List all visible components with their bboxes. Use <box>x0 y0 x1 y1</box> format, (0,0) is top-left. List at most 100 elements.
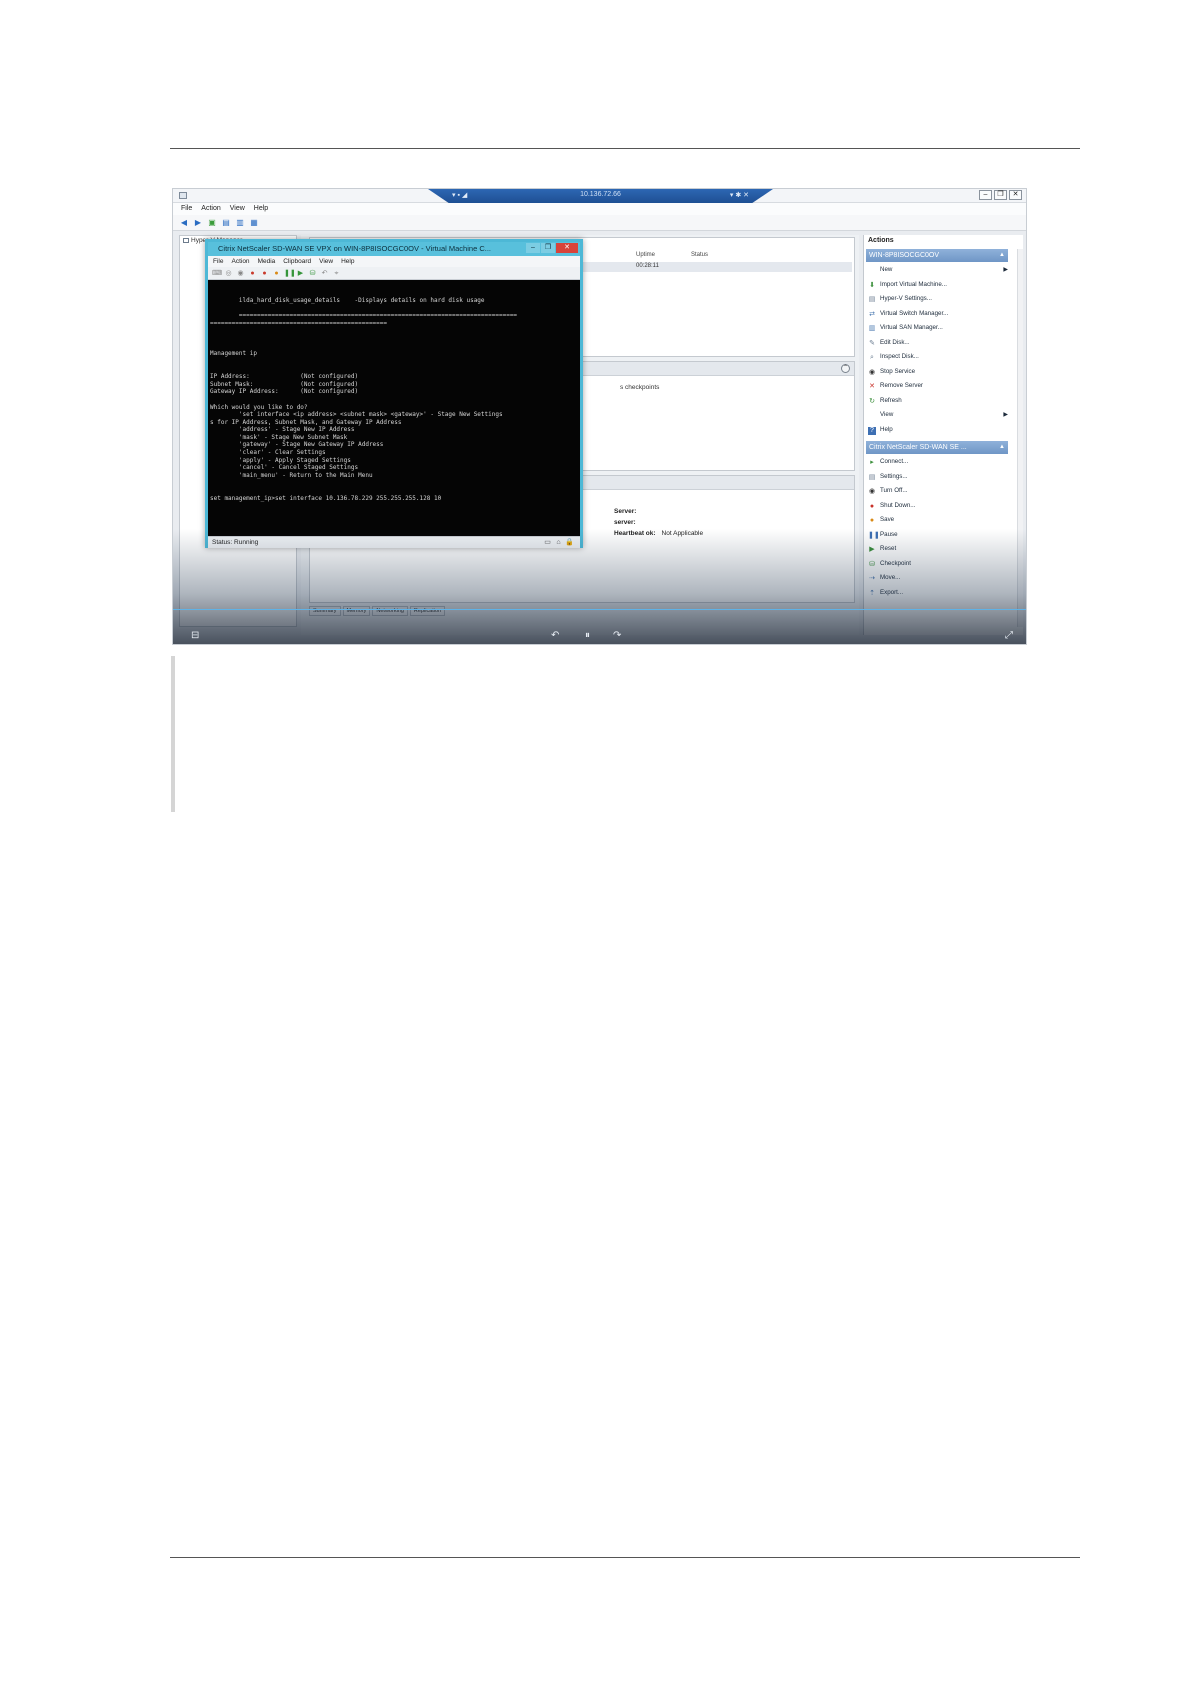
action-pane-icon[interactable]: ▦ <box>249 218 259 228</box>
action-turn-off[interactable]: ◉ Turn Off... <box>868 484 1008 499</box>
vm-menu-help[interactable]: Help <box>341 256 354 267</box>
action-refresh[interactable]: ↻ Refresh <box>868 394 1008 409</box>
close-button[interactable]: ✕ <box>1009 190 1022 200</box>
actions-pane: Actions WIN-8P8ISOCGC0OV ▲ New ▶ ⬇ Import … <box>863 235 1023 635</box>
action-import-vm[interactable]: ⬇ Import Virtual Machine... <box>868 278 1008 293</box>
turn-off-toolbar-icon[interactable]: ◉ <box>236 269 245 278</box>
pause-toolbar-icon[interactable]: ❚❚ <box>284 269 296 278</box>
action-save[interactable]: ● Save <box>868 513 1008 528</box>
vm-close-button[interactable]: ✕ <box>556 243 578 253</box>
reset-toolbar-icon[interactable]: ▶ <box>296 269 305 278</box>
action-label: Shut Down... <box>880 501 916 509</box>
rewind-icon[interactable]: ↶ <box>551 630 559 641</box>
fullscreen-icon[interactable]: ⤢ <box>1005 630 1013 641</box>
save-toolbar-icon[interactable]: ● <box>272 269 281 278</box>
forward-arrow-icon[interactable]: ▶ <box>193 218 203 228</box>
vm-status-text: Status: Running <box>212 539 259 546</box>
collapse-caret-icon[interactable]: ▲ <box>999 441 1005 454</box>
host-section-label: WIN-8P8ISOCGC0OV <box>869 252 940 259</box>
power-icon[interactable]: ● <box>260 269 269 278</box>
action-inspect-disk[interactable]: ⌕ Inspect Disk... <box>868 350 1008 365</box>
detail-label: Server: <box>614 508 637 515</box>
vm-section-label: Citrix NetScaler SD-WAN SE ... <box>869 444 967 451</box>
actions-scrollbar[interactable] <box>1017 249 1023 627</box>
folder-icon[interactable]: ▣ <box>207 218 217 228</box>
ctrl-alt-del-icon[interactable]: ⌨ <box>212 269 222 278</box>
hyper-v-manager-screenshot: ▾ ▪ ◢ 10.136.72.66 ▾ ✱ ✕ – ❐ ✕ File Acti… <box>172 188 1027 645</box>
action-virtual-san[interactable]: ▥ Virtual SAN Manager... <box>868 321 1008 336</box>
menu-file[interactable]: File <box>181 203 192 215</box>
remove-icon: ✕ <box>869 383 875 390</box>
vm-actions-header[interactable]: Citrix NetScaler SD-WAN SE ... ▲ <box>866 441 1008 454</box>
collapse-icon[interactable]: ⌃ <box>841 364 850 373</box>
vm-window-title-bar[interactable]: Citrix NetScaler SD-WAN SE VPX on WIN-8P… <box>208 242 580 256</box>
detail-line: Heartbeat ok: Not Applicable <box>614 530 703 537</box>
menu-action[interactable]: Action <box>201 203 220 215</box>
action-label: Virtual Switch Manager... <box>880 309 949 317</box>
action-view[interactable]: View ▶ <box>868 408 1008 423</box>
vm-menu-view[interactable]: View <box>319 256 333 267</box>
captions-icon[interactable]: ⊟ <box>191 630 199 641</box>
enhanced-session-icon[interactable]: ⌖ <box>332 269 341 278</box>
connect-icon: ▸ <box>870 459 874 466</box>
action-hyperv-settings[interactable]: ▤ Hyper-V Settings... <box>868 292 1008 307</box>
action-label: Settings... <box>880 472 908 480</box>
collapse-caret-icon[interactable]: ▲ <box>999 249 1005 262</box>
action-help[interactable]: ? Help <box>868 423 1008 438</box>
action-settings[interactable]: ▤ Settings... <box>868 470 1008 485</box>
vm-console-screen[interactable]: ilda_hard_disk_usage_details -Displays d… <box>208 280 580 536</box>
refresh-icon: ↻ <box>869 397 875 405</box>
minimize-button[interactable]: – <box>979 190 992 200</box>
tab-replication[interactable]: Replication <box>409 606 446 616</box>
revert-icon[interactable]: ↶ <box>320 269 329 278</box>
action-new[interactable]: New ▶ <box>868 263 1008 278</box>
tab-networking[interactable]: Networking <box>372 606 408 616</box>
action-checkpoint[interactable]: ⛁ Checkpoint <box>868 557 1008 572</box>
rdp-window-icons[interactable]: ▾ ✱ ✕ <box>730 191 749 199</box>
action-move[interactable]: ⇢ Move... <box>868 571 1008 586</box>
action-shut-down[interactable]: ● Shut Down... <box>868 499 1008 514</box>
blockquote-bar <box>171 656 175 812</box>
vm-menu-file[interactable]: File <box>213 256 223 267</box>
menu-help[interactable]: Help <box>254 203 268 215</box>
column-status[interactable]: Status <box>691 252 708 258</box>
vm-menu-media[interactable]: Media <box>258 256 276 267</box>
action-pause[interactable]: ❚❚Pause <box>868 528 1008 543</box>
video-progress-line[interactable] <box>173 609 1026 610</box>
back-arrow-icon[interactable]: ◀ <box>179 218 189 228</box>
action-reset[interactable]: ▶ Reset <box>868 542 1008 557</box>
action-connect[interactable]: ▸ Connect... <box>868 455 1008 470</box>
action-edit-disk[interactable]: ✎ Edit Disk... <box>868 336 1008 351</box>
menu-view[interactable]: View <box>230 203 245 215</box>
restore-button[interactable]: ❐ <box>994 190 1007 200</box>
shut-down-toolbar-icon[interactable]: ● <box>248 269 257 278</box>
column-uptime[interactable]: Uptime <box>636 252 655 258</box>
uptime-value: 00:28:11 <box>636 263 659 269</box>
detail-value: Not Applicable <box>661 530 704 537</box>
action-stop-service[interactable]: ◉ Stop Service <box>868 365 1008 380</box>
action-label: Refresh <box>880 396 902 404</box>
forward-icon[interactable]: ↷ <box>613 630 621 641</box>
vm-actions-list: ▸ Connect... ▤ Settings... ◉ Turn Off... ● S… <box>868 455 1008 600</box>
host-actions-header[interactable]: WIN-8P8ISOCGC0OV ▲ <box>866 249 1008 262</box>
remote-desktop-bar[interactable]: ▾ ▪ ◢ 10.136.72.66 ▾ ✱ ✕ <box>428 189 773 203</box>
tab-summary[interactable]: Summary <box>309 606 341 616</box>
tab-memory[interactable]: Memory <box>342 606 371 616</box>
help-toolbar-icon[interactable]: ▥ <box>235 218 245 228</box>
vm-menu-clipboard[interactable]: Clipboard <box>283 256 311 267</box>
action-label: Move... <box>880 574 901 581</box>
start-icon[interactable]: ◎ <box>224 269 233 278</box>
lock-icon: 🔒 <box>565 539 574 546</box>
vm-status-icons: ▭ ⌂ 🔒 <box>543 538 574 547</box>
action-remove-server[interactable]: ✕ Remove Server <box>868 379 1008 394</box>
vm-menu-action[interactable]: Action <box>231 256 249 267</box>
action-label: Edit Disk... <box>880 338 910 346</box>
checkpoint-toolbar-icon[interactable]: ⛁ <box>308 269 317 278</box>
pause-video-icon[interactable]: ⏸ <box>585 630 590 641</box>
console-tree-icon[interactable]: ▤ <box>221 218 231 228</box>
vm-restore-button[interactable]: ❐ <box>541 243 555 253</box>
action-export[interactable]: ⇡ Export... <box>868 586 1008 601</box>
checkpoints-message: s checkpoints <box>620 384 660 391</box>
action-virtual-switch[interactable]: ⇄ Virtual Switch Manager... <box>868 307 1008 322</box>
vm-minimize-button[interactable]: – <box>526 243 540 253</box>
